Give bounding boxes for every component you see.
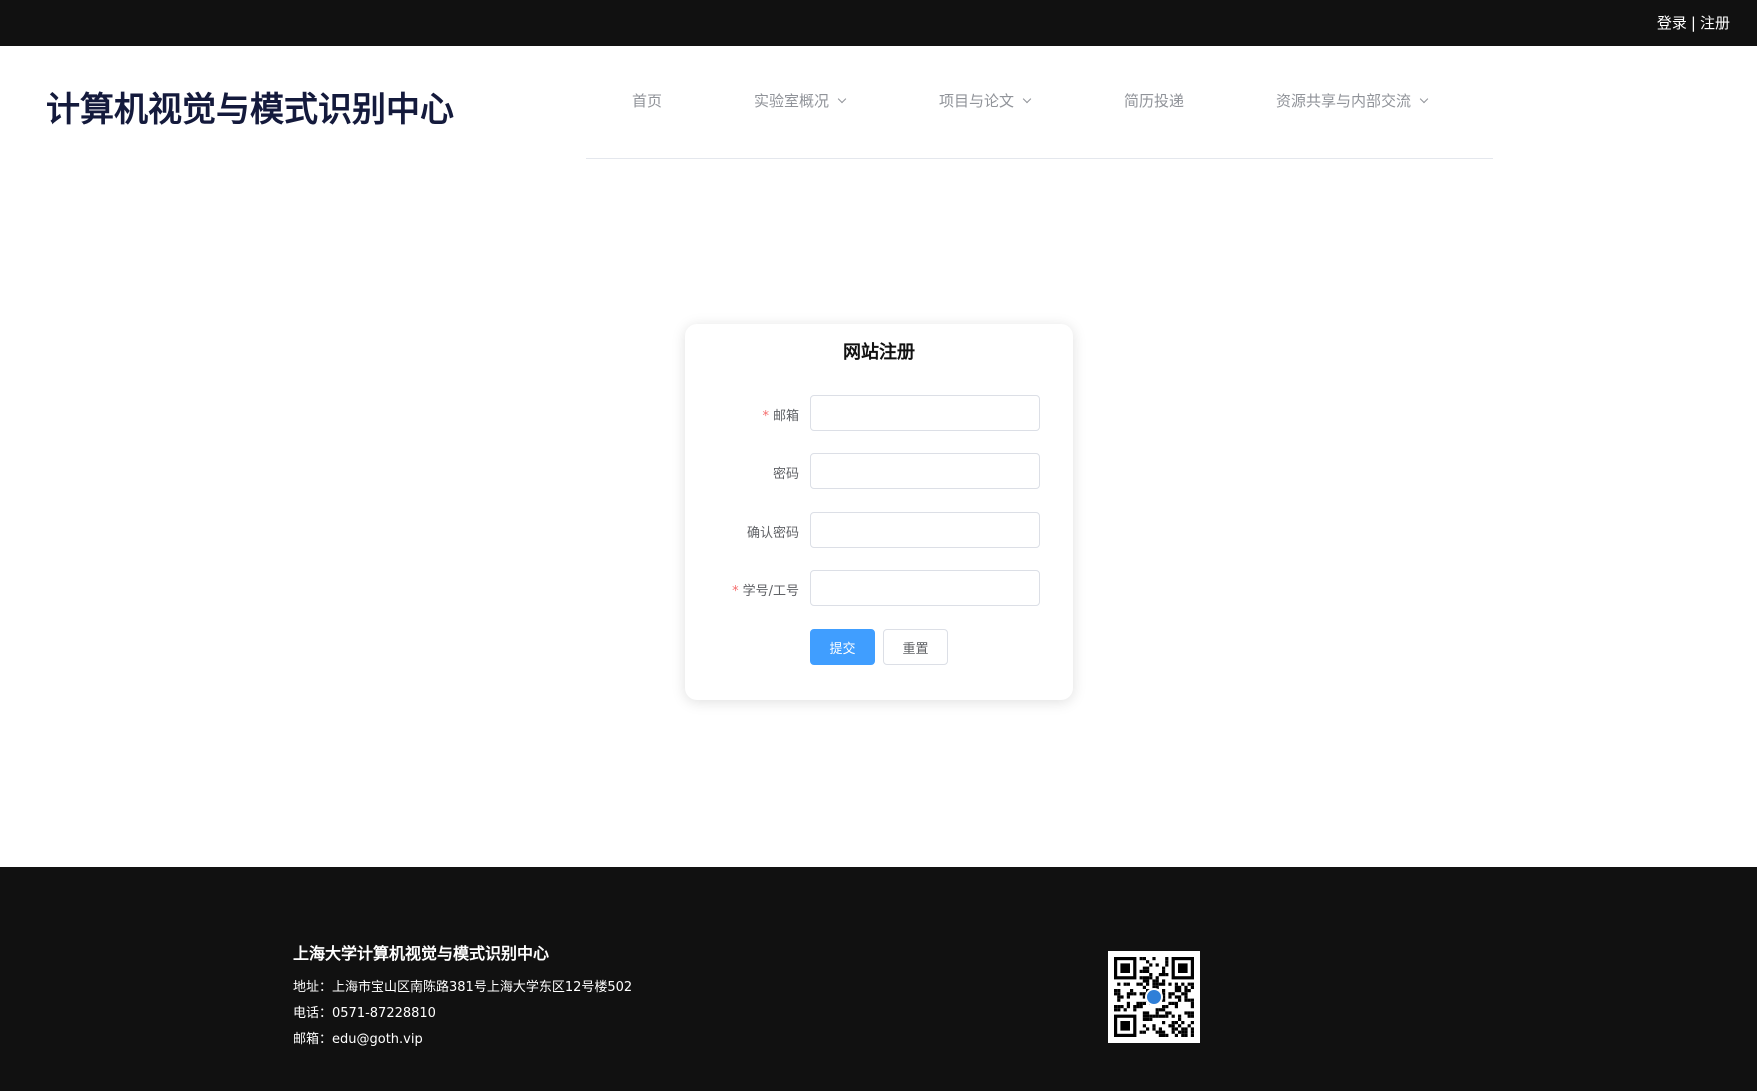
footer-phone: 电话：0571-87228810 <box>293 1006 436 1021</box>
password-label: 密码 <box>772 467 799 482</box>
nav-item-label: 简历投递 <box>1124 92 1185 110</box>
site-footer: 上海大学计算机视觉与模式识别中心 地址：上海市宝山区南陈路381号上海大学东区1… <box>0 867 1757 1091</box>
required-marker: * <box>732 584 739 599</box>
email-row: * 邮箱 <box>685 395 1073 433</box>
login-link[interactable]: 登录 <box>1657 12 1687 33</box>
password-row: 密码 <box>685 453 1073 491</box>
nav-item-label: 项目与论文 <box>939 92 1015 110</box>
footer-email: 邮箱：edu@goth.vip <box>293 1032 423 1047</box>
register-title: 网站注册 <box>843 342 915 363</box>
confirm-password-label: 确认密码 <box>746 526 799 541</box>
reset-button[interactable]: 重置 <box>883 629 948 665</box>
site-header: 计算机视觉与模式识别中心 首页 实验室概况 项目与论文 简历投递 资源共享与内部… <box>0 46 1757 159</box>
nav-item-resources[interactable]: 资源共享与内部交流 <box>1276 90 1429 111</box>
auth-links: 登录 | 注册 <box>1657 12 1730 33</box>
nav-item-projects-papers[interactable]: 项目与论文 <box>939 90 1032 111</box>
email-label: * 邮箱 <box>762 409 799 424</box>
nav-item-label: 首页 <box>632 92 663 110</box>
nav-item-home[interactable]: 首页 <box>632 90 662 111</box>
footer-org-name: 上海大学计算机视觉与模式识别中心 <box>293 944 550 963</box>
footer-address: 地址：上海市宝山区南陈路381号上海大学东区12号楼502 <box>293 980 633 995</box>
password-field[interactable] <box>810 453 1040 489</box>
email-field[interactable] <box>810 395 1040 431</box>
top-bar: 登录 | 注册 <box>0 0 1757 46</box>
chevron-down-icon <box>1022 94 1032 103</box>
register-card: 网站注册 * 邮箱 密码 确认密码 * 学号/工号 提交 重置 <box>685 324 1073 700</box>
site-title[interactable]: 计算机视觉与模式识别中心 <box>46 82 454 131</box>
required-marker: * <box>762 409 769 424</box>
chevron-down-icon <box>837 94 847 103</box>
student-id-label: * 学号/工号 <box>732 584 799 599</box>
nav-item-label: 实验室概况 <box>754 92 830 110</box>
nav-item-resume[interactable]: 简历投递 <box>1124 90 1184 111</box>
auth-separator: | <box>1690 13 1696 32</box>
chevron-down-icon <box>1419 94 1429 103</box>
confirm-password-field[interactable] <box>810 512 1040 548</box>
submit-button[interactable]: 提交 <box>810 629 875 665</box>
student-id-field[interactable] <box>810 570 1040 606</box>
register-link[interactable]: 注册 <box>1700 12 1730 33</box>
main-nav: 首页 实验室概况 项目与论文 简历投递 资源共享与内部交流 <box>586 46 1493 159</box>
footer-info: 上海大学计算机视觉与模式识别中心 地址：上海市宝山区南陈路381号上海大学东区1… <box>293 940 632 1053</box>
confirm-password-row: 确认密码 <box>685 512 1073 550</box>
qr-code-icon <box>1108 951 1200 1043</box>
nav-item-lab-overview[interactable]: 实验室概况 <box>754 90 847 111</box>
student-id-row: * 学号/工号 <box>685 570 1073 608</box>
nav-item-label: 资源共享与内部交流 <box>1276 92 1412 110</box>
